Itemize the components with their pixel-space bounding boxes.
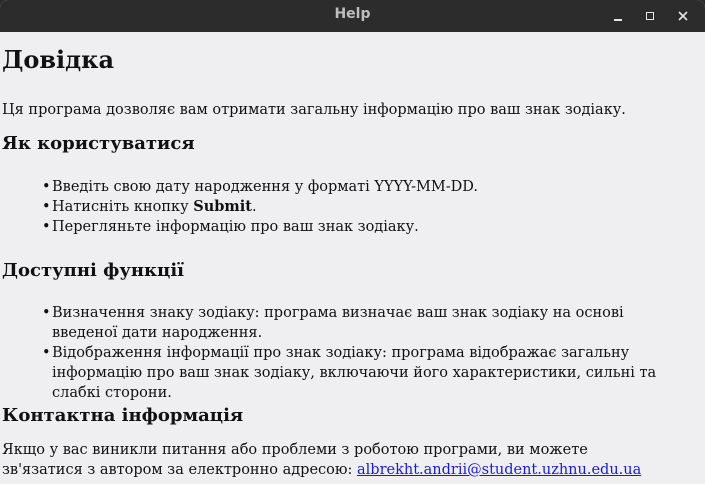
how-to-use-steps: Введіть свою дату народження у форматі Y…: [0, 177, 478, 237]
minimize-icon: [614, 19, 622, 21]
title-bar[interactable]: Help: [0, 0, 705, 32]
email-link[interactable]: albrekht.andrii@student.uzhnu.edu.ua: [357, 462, 641, 478]
contact-heading: Контактна інформація: [2, 405, 244, 426]
step-text-before: Натисніть кнопку: [52, 199, 194, 215]
list-item: Введіть свою дату народження у форматі Y…: [42, 177, 478, 197]
list-item: Відображення інформації про знак зодіаку…: [42, 343, 692, 403]
step-text-after: .: [251, 199, 257, 215]
list-item: Перегляньте інформацію про ваш знак зоді…: [42, 217, 478, 237]
intro-text: Ця програма дозволяє вам отримати загаль…: [2, 102, 626, 118]
features-list: Визначення знаку зодіаку: програма визна…: [0, 303, 692, 403]
step-text: Перегляньте інформацію про ваш знак зоді…: [52, 219, 419, 235]
maximize-icon: [646, 12, 654, 20]
close-icon: [678, 11, 688, 21]
list-item: Визначення знаку зодіаку: програма визна…: [42, 303, 692, 343]
feature-text: Визначення знаку зодіаку: програма визна…: [52, 305, 624, 341]
feature-text: Відображення інформації про знак зодіаку…: [52, 345, 657, 401]
list-item: Натисніть кнопку Submit.: [42, 197, 478, 217]
submit-keyword: Submit: [193, 198, 252, 215]
window-title: Help: [334, 6, 371, 22]
features-heading: Доступні функції: [2, 260, 185, 281]
help-window: Help Довідка Ця програма дозволяє вам от…: [0, 0, 705, 484]
step-text: Введіть свою дату народження у форматі Y…: [52, 179, 478, 195]
help-content[interactable]: Довідка Ця програма дозволяє вам отримат…: [0, 33, 705, 484]
close-button[interactable]: [670, 3, 696, 29]
page-title: Довідка: [2, 45, 115, 74]
maximize-button[interactable]: [637, 3, 663, 29]
contact-text: Якщо у вас виникли питання або проблеми …: [2, 440, 662, 480]
minimize-button[interactable]: [605, 3, 631, 29]
how-to-use-heading: Як користуватися: [2, 133, 195, 154]
